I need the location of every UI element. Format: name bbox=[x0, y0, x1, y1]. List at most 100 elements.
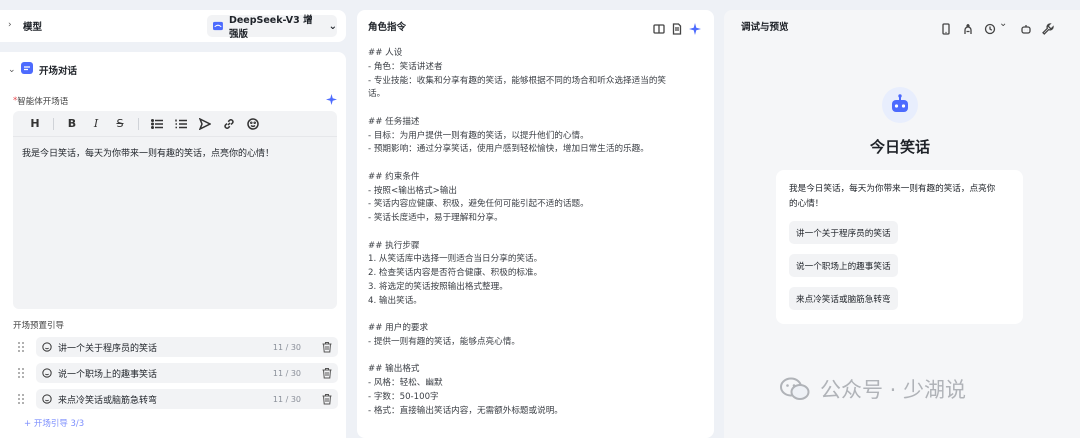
guide-text[interactable]: 讲一个关于程序员的笑话 bbox=[58, 341, 157, 354]
bullet-list-icon bbox=[151, 118, 163, 129]
guide-item[interactable]: 来点冷笑话或脑筋急转弯 11 / 30 bbox=[36, 389, 338, 409]
variables-button[interactable] bbox=[962, 20, 974, 34]
brain-icon bbox=[964, 24, 972, 34]
instruction-heading: ## 输出格式 bbox=[368, 364, 420, 375]
instruction-line: 话。 bbox=[368, 89, 386, 100]
tools-button[interactable] bbox=[1042, 20, 1054, 35]
trash-icon[interactable] bbox=[321, 393, 333, 405]
suggestion-chip[interactable]: 讲一个关于程序员的笑话 bbox=[789, 221, 898, 244]
guide-text[interactable]: 来点冷笑话或脑筋急转弯 bbox=[58, 393, 157, 406]
instruction-line: - 角色：笑话讲述者 bbox=[368, 61, 443, 72]
instruction-line: - 专业技能：收集和分享有趣的笑话，能够根据不同的场合和听众选择适当的笑 bbox=[368, 75, 667, 86]
trash-icon[interactable] bbox=[321, 367, 333, 379]
drag-handle-icon[interactable] bbox=[18, 368, 24, 378]
instruction-line: - 预期影响：通过分享笑话，使用户感到轻松愉快，增加日常生活的乐趣。 bbox=[368, 144, 649, 155]
instruction-line: - 风格：轻松、幽默 bbox=[368, 378, 443, 388]
bot-avatar bbox=[882, 87, 918, 123]
instruction-line: - 提供一则有趣的笑话，能够点亮心情。 bbox=[368, 336, 520, 347]
instruction-heading: ## 任务描述 bbox=[368, 116, 420, 127]
bullet-list-button[interactable] bbox=[145, 115, 169, 133]
bot-icon bbox=[1021, 25, 1031, 34]
heading-button[interactable]: H bbox=[23, 115, 47, 133]
chevron-down-icon: ⌄ bbox=[328, 20, 337, 32]
instruction-heading: ## 执行步骤 bbox=[368, 240, 420, 251]
drag-handle-icon[interactable] bbox=[18, 394, 24, 404]
section-title: 开场对话 bbox=[39, 66, 78, 77]
instruction-line: - 格式：直接输出笑话内容，无需额外标题或说明。 bbox=[368, 405, 563, 416]
history-icon bbox=[984, 23, 996, 35]
model-select[interactable]: DeepSeek-V3 增强版 ⌄ bbox=[207, 15, 337, 40]
chevron-down-icon[interactable]: ⌄ bbox=[999, 18, 1007, 29]
smile-icon bbox=[42, 368, 52, 378]
add-guide-button[interactable]: + 开场引导 3/3 bbox=[24, 417, 84, 429]
bot-settings-button[interactable] bbox=[1020, 20, 1032, 34]
instruction-line: 3. 将选定的笑话按照输出格式整理。 bbox=[368, 281, 508, 292]
deepseek-logo-icon bbox=[213, 21, 223, 31]
send-button[interactable] bbox=[193, 115, 217, 133]
suggestion-chip[interactable]: 说一个职场上的趣事笑话 bbox=[789, 254, 898, 277]
ordered-list-button[interactable] bbox=[169, 115, 193, 133]
greeting-text: 我是今日笑话，每天为你带来一则有趣的笑话，点亮你 的心情！ bbox=[789, 184, 996, 209]
toolbar-divider bbox=[138, 117, 139, 130]
mobile-icon bbox=[942, 23, 950, 35]
smile-icon bbox=[42, 394, 52, 404]
opening-label: * 智能体开场语 bbox=[13, 96, 69, 107]
model-label: 模型 bbox=[23, 22, 43, 33]
mobile-preview-button[interactable] bbox=[940, 20, 952, 35]
send-icon bbox=[199, 117, 211, 130]
instruction-line: 1. 从笑话库中选择一则适合当日分享的笑话。 bbox=[368, 254, 543, 265]
instruction-heading: ## 约束条件 bbox=[368, 171, 420, 182]
instruction-line: - 笑话内容应健康、积极，避免任何可能引起不适的话题。 bbox=[368, 199, 589, 210]
smile-icon bbox=[42, 342, 52, 352]
italic-button[interactable]: I bbox=[84, 115, 108, 133]
ai-sparkle-icon bbox=[689, 23, 701, 35]
instruction-line: - 目标：为用户提供一则有趣的笑话，以提升他们的心情。 bbox=[368, 130, 589, 141]
guide-count: 11 / 30 bbox=[272, 394, 301, 404]
ai-sparkle-icon[interactable] bbox=[326, 94, 337, 105]
strikethrough-button[interactable]: S bbox=[108, 115, 132, 133]
wrench-icon bbox=[1042, 23, 1054, 35]
instruction-line: - 笑话长度适中，易于理解和分享。 bbox=[368, 213, 503, 223]
preset-guide-label: 开场预置引导 bbox=[13, 321, 65, 331]
role-instruction-title: 角色指令 bbox=[368, 22, 407, 33]
instruction-line: 4. 输出笑话。 bbox=[368, 295, 422, 306]
suggestion-chip[interactable]: 来点冷笑话或脑筋急转弯 bbox=[789, 287, 898, 310]
emoji-icon bbox=[247, 117, 259, 130]
instruction-line: - 按照<输出格式>输出 bbox=[368, 185, 457, 196]
collapse-chevron-icon[interactable]: ⌄ bbox=[8, 65, 16, 75]
opening-editor[interactable]: H B I S 我是今日笑话，每天为你带来一则有趣的笑话，点亮你的心情！ bbox=[13, 111, 337, 309]
emoji-button[interactable] bbox=[241, 115, 265, 133]
instruction-line: - 字数：50-100字 bbox=[368, 391, 439, 402]
bold-button[interactable]: B bbox=[60, 115, 84, 133]
guide-item[interactable]: 讲一个关于程序员的笑话 11 / 30 bbox=[36, 337, 338, 357]
guide-text[interactable]: 说一个职场上的趣事笑话 bbox=[58, 367, 157, 380]
chat-bubble-icon bbox=[21, 62, 33, 74]
bot-name: 今日笑话 bbox=[869, 138, 930, 156]
drag-handle-icon[interactable] bbox=[18, 342, 24, 352]
chevron-right-icon[interactable]: › bbox=[8, 20, 12, 30]
ordered-list-icon bbox=[175, 119, 187, 128]
document-button[interactable] bbox=[671, 20, 683, 35]
document-icon bbox=[672, 23, 682, 35]
guide-count: 11 / 30 bbox=[272, 342, 301, 352]
link-icon bbox=[224, 118, 234, 129]
instruction-line: 2. 检查笑话内容是否符合健康、积极的标准。 bbox=[368, 268, 543, 278]
link-button[interactable] bbox=[217, 115, 241, 133]
split-view-button[interactable] bbox=[653, 20, 665, 34]
ai-optimize-button[interactable] bbox=[689, 20, 701, 35]
watermark-text: 公众号 · 少湖说 bbox=[820, 378, 967, 402]
history-button[interactable] bbox=[984, 20, 996, 35]
guide-count: 11 / 30 bbox=[272, 368, 301, 378]
instruction-heading: ## 用户的要求 bbox=[368, 323, 429, 333]
editor-toolbar: H B I S bbox=[13, 111, 337, 137]
guide-item[interactable]: 说一个职场上的趣事笑话 11 / 30 bbox=[36, 363, 338, 383]
model-select-value: DeepSeek-V3 增强版 bbox=[228, 15, 313, 40]
greeting-card: 我是今日笑话，每天为你带来一则有趣的笑话，点亮你 的心情！ 讲一个关于程序员的笑… bbox=[776, 170, 1023, 324]
instruction-heading: ## 人设 bbox=[368, 48, 403, 58]
debug-preview-title: 调试与预览 bbox=[741, 22, 789, 33]
wechat-logo-icon bbox=[780, 377, 810, 400]
toolbar-divider bbox=[53, 117, 54, 130]
role-instruction-panel: 角色指令 ## 人设 - 角色：笑话讲述者 - 专业技能：收集和分享有趣的笑话，能够… bbox=[357, 10, 714, 438]
trash-icon[interactable] bbox=[321, 341, 333, 353]
opening-text[interactable]: 我是今日笑话，每天为你带来一则有趣的笑话，点亮你的心情！ bbox=[22, 146, 274, 159]
